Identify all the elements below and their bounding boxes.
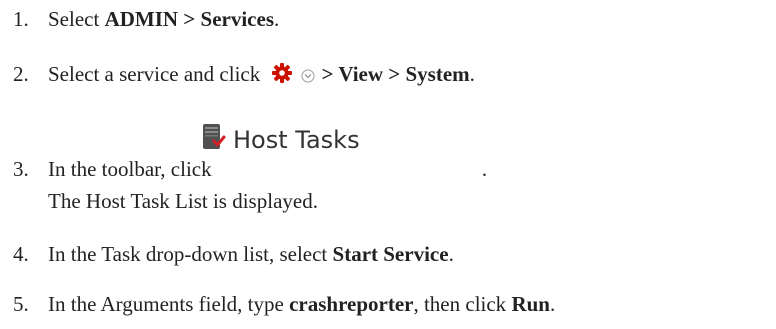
argument-value: crashreporter: [289, 292, 414, 316]
menu-path: > View > System: [321, 62, 470, 86]
step-text: In the Arguments field, type crashreport…: [48, 292, 556, 316]
task-option: Start Service: [332, 242, 449, 266]
chevron-down-icon: [301, 64, 315, 89]
menu-path: ADMIN > Services: [104, 7, 274, 31]
host-tasks-icon: [202, 123, 226, 157]
step-text: In the Task drop-down list, select Start…: [48, 242, 454, 266]
step-result-text: The Host Task List is displayed.: [48, 189, 318, 213]
step-text: In the toolbar, click . Host Tasks: [48, 124, 487, 182]
step-number: 3.: [13, 157, 29, 181]
host-tasks-label: Host Tasks: [233, 126, 360, 154]
host-tasks-button[interactable]: Host Tasks: [202, 123, 360, 157]
gear-icon: [271, 62, 293, 90]
step-text: Select ADMIN > Services.: [48, 7, 280, 31]
step-number: 5.: [13, 292, 29, 316]
step-number: 4.: [13, 242, 29, 266]
step-number: 2.: [13, 62, 29, 86]
run-label: Run: [511, 292, 550, 316]
step-number: 1.: [13, 7, 29, 31]
step-text: Select a service and click > View > Syst…: [48, 62, 475, 90]
